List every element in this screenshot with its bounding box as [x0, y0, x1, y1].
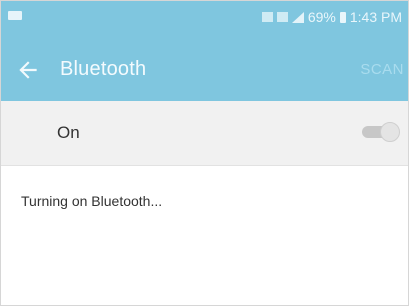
page-title: Bluetooth [60, 58, 147, 80]
bluetooth-toggle-row[interactable]: On [1, 101, 408, 166]
back-button[interactable] [15, 57, 41, 83]
switch-thumb [380, 122, 400, 142]
app-bar: Bluetooth SCAN [1, 39, 408, 101]
vibrate-icon [261, 12, 273, 22]
signal-icon [291, 11, 304, 23]
arrow-back-icon [19, 61, 37, 79]
bluetooth-settings-screen: 69% 1:43 PM Bluetooth SCAN On Turning on… [0, 0, 409, 306]
data-icon [276, 12, 288, 22]
notification-icon [8, 11, 22, 20]
status-message: Turning on Bluetooth... [21, 193, 163, 209]
bluetooth-switch[interactable] [362, 122, 400, 142]
status-indicators: 69% 1:43 PM [261, 7, 402, 27]
battery-icon [339, 11, 346, 23]
status-bar: 69% 1:43 PM [1, 1, 408, 39]
clock: 1:43 PM [349, 9, 402, 25]
scan-button[interactable]: SCAN [360, 61, 404, 78]
toggle-label: On [57, 123, 80, 142]
battery-percent: 69% [307, 9, 336, 25]
